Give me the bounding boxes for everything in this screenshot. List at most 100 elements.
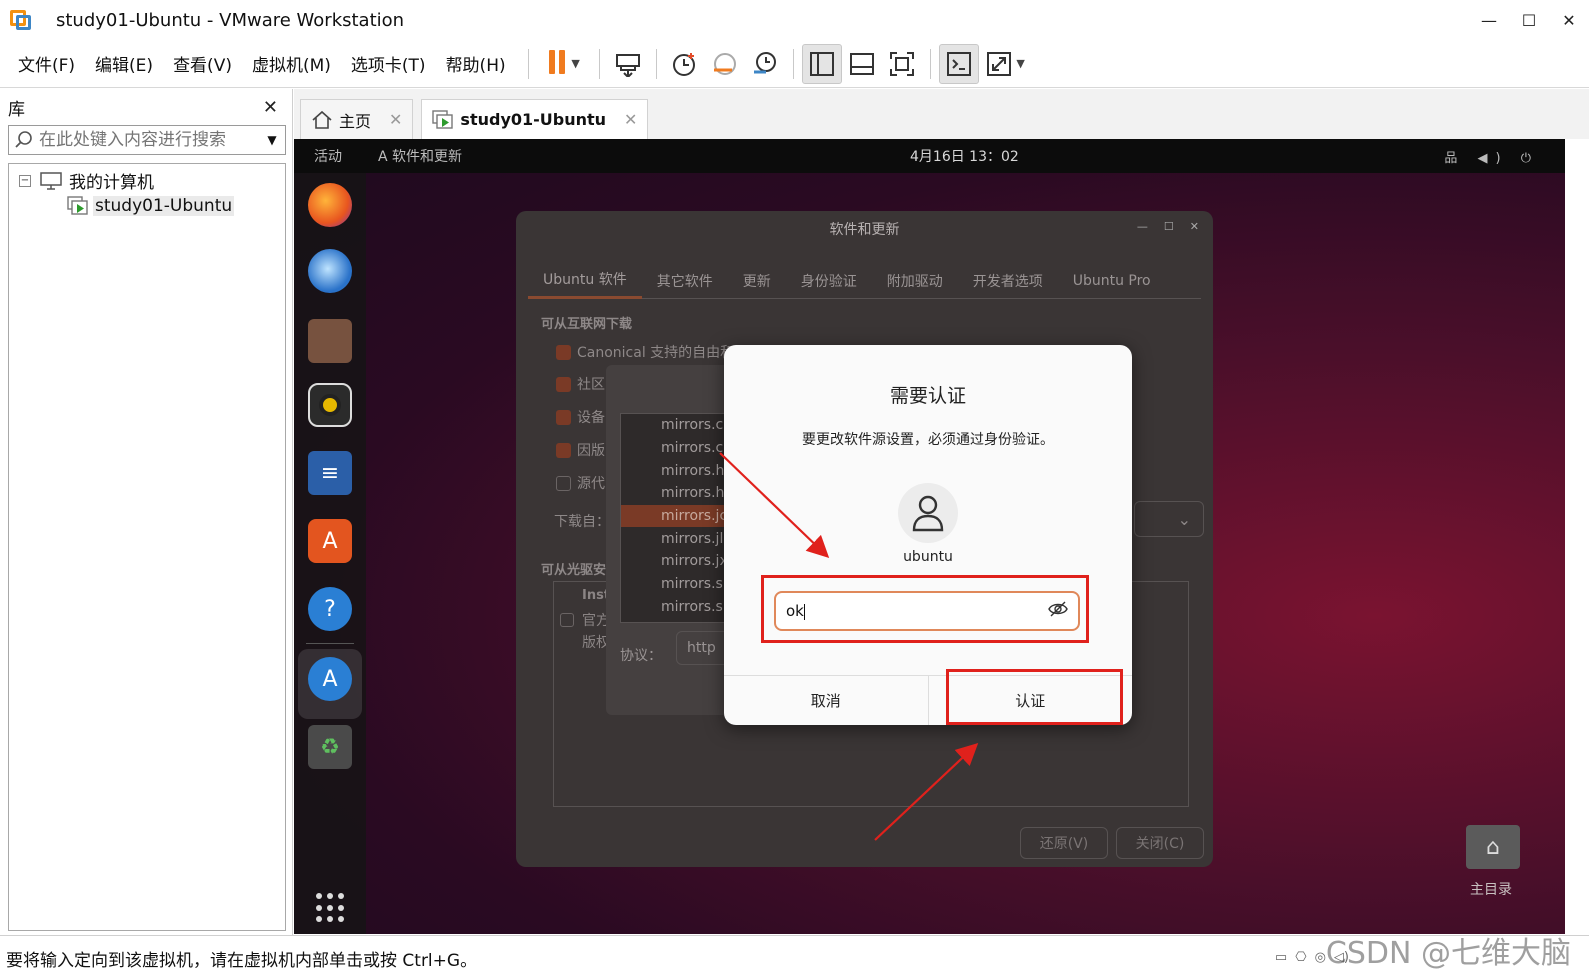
sw-revert-button[interactable]: 还原(V) xyxy=(1020,827,1108,859)
system-status-icons[interactable]: 品 ◀) ⏻ xyxy=(1444,147,1539,166)
firefox-icon[interactable] xyxy=(308,183,352,227)
cd-item[interactable]: 官方 xyxy=(560,610,610,630)
close-window-button[interactable]: ✕ xyxy=(1549,0,1589,40)
minimize-button[interactable]: — xyxy=(1469,0,1509,40)
toolbar-separator xyxy=(792,48,794,79)
menu-file[interactable]: 文件(F) xyxy=(18,51,75,76)
menu-edit[interactable]: 编辑(E) xyxy=(95,51,153,76)
menu-help[interactable]: 帮助(H) xyxy=(446,51,506,76)
authenticate-button[interactable]: 认证 xyxy=(927,676,1133,725)
vm-running-icon xyxy=(67,195,88,215)
chevron-down-icon: ⌄ xyxy=(1177,509,1191,529)
library-close-button[interactable]: ✕ xyxy=(263,97,278,118)
sw-maximize-button[interactable]: ☐ xyxy=(1164,220,1174,233)
close-icon[interactable]: ✕ xyxy=(624,110,637,129)
menu-tabs[interactable]: 选项卡(T) xyxy=(351,51,426,76)
text-cursor xyxy=(803,603,805,620)
collapse-toggle[interactable]: − xyxy=(19,174,31,187)
auth-username: ubuntu xyxy=(903,549,953,565)
trash-icon[interactable]: ♻ xyxy=(308,725,352,769)
rhythmbox-icon[interactable] xyxy=(308,383,352,427)
password-input[interactable]: ok xyxy=(774,591,1080,631)
app-center-icon[interactable]: A xyxy=(308,519,352,563)
sw-check-universe[interactable]: 社区 xyxy=(556,374,605,394)
libreoffice-writer-icon[interactable]: ≡ xyxy=(308,451,352,495)
tree-item-my-computer[interactable]: − 我的计算机 xyxy=(9,168,285,193)
terminal-icon xyxy=(946,51,971,76)
sw-close-button[interactable]: ✕ xyxy=(1190,220,1199,233)
show-apps-icon[interactable] xyxy=(316,893,346,923)
thumbnail-bar-button[interactable] xyxy=(842,44,882,84)
revert-snapshot-button[interactable] xyxy=(705,44,745,84)
sw-minimize-button[interactable]: — xyxy=(1137,220,1148,233)
tab-home[interactable]: 主页 ✕ xyxy=(300,99,414,139)
sw-tab-ubuntu-software[interactable]: Ubuntu 软件 xyxy=(528,263,642,299)
sw-check-label: 源代 xyxy=(577,476,605,492)
revert-snapshot-icon xyxy=(713,52,736,75)
toolbar-separator xyxy=(929,48,931,79)
files-icon[interactable] xyxy=(308,319,352,363)
close-icon[interactable]: ✕ xyxy=(389,110,402,129)
window-title: study01-Ubuntu - VMware Workstation xyxy=(56,9,405,31)
status-message: 要将输入定向到该虚拟机，请在虚拟机内部单击或按 Ctrl+G。 xyxy=(6,950,478,971)
software-updates-icon[interactable]: A xyxy=(308,657,352,701)
sw-tab-authentication[interactable]: 身份验证 xyxy=(786,263,872,299)
sw-check-label: 设备 xyxy=(577,410,605,426)
library-tree: − 我的计算机 study01-Ubuntu xyxy=(8,163,286,931)
sw-tab-other-software[interactable]: 其它软件 xyxy=(642,263,728,299)
chevron-down-icon[interactable]: ▼ xyxy=(259,133,285,147)
sw-tab-developer-options[interactable]: 开发者选项 xyxy=(958,263,1058,299)
send-ctrl-alt-del-button[interactable] xyxy=(608,44,648,84)
desktop-home-label[interactable]: 主目录 xyxy=(1470,879,1512,899)
sw-tab-updates[interactable]: 更新 xyxy=(728,263,786,299)
tab-home-label: 主页 xyxy=(339,111,372,131)
tree-item-vm[interactable]: study01-Ubuntu xyxy=(9,193,285,218)
sw-check-restricted[interactable]: 设备 xyxy=(556,407,605,427)
stretch-guest-button[interactable]: ▼ xyxy=(979,44,1033,84)
tab-vm[interactable]: study01-Ubuntu ✕ xyxy=(421,99,649,139)
snapshot-manager-button[interactable] xyxy=(745,44,785,84)
sw-check-multiverse[interactable]: 因版 xyxy=(556,440,605,460)
checkbox-checked-icon xyxy=(556,344,571,360)
snapshot-icon xyxy=(672,52,695,76)
sw-download-from-label: 下载自： xyxy=(554,514,610,530)
protocol-label: 协议： xyxy=(620,648,662,664)
menu-view[interactable]: 查看(V) xyxy=(173,51,232,76)
ubuntu-dock: ≡ A ? A ♻ xyxy=(294,173,366,934)
clock[interactable]: 4月16日 13：02 xyxy=(910,146,1019,166)
cd-icon[interactable]: ◎ xyxy=(1315,950,1326,965)
library-search: ▼ xyxy=(8,125,286,155)
network-icon[interactable]: ⎔ xyxy=(1295,950,1306,965)
sw-check-main[interactable]: Canonical 支持的自由和 xyxy=(556,342,734,362)
tree-root-label: 我的计算机 xyxy=(69,173,154,193)
help-icon[interactable]: ? xyxy=(308,587,352,631)
snapshot-button[interactable] xyxy=(665,44,705,84)
fullscreen-button[interactable] xyxy=(882,44,922,84)
user-avatar-icon xyxy=(898,483,958,543)
thunderbird-icon[interactable] xyxy=(308,249,352,293)
auth-message: 要更改软件源设置，必须通过身份验证。 xyxy=(802,432,1054,448)
pause-button[interactable]: ▼ xyxy=(537,44,591,84)
desktop-home-folder-icon[interactable]: ⌂ xyxy=(1466,825,1520,869)
checkbox-unchecked-icon xyxy=(556,475,571,491)
sw-tab-additional-drivers[interactable]: 附加驱动 xyxy=(872,263,958,299)
cancel-button[interactable]: 取消 xyxy=(724,676,928,725)
vm-console[interactable]: 活动 A 软件和更新 4月16日 13：02 品 ◀) ⏻ ≡ A ? A ♻ … xyxy=(294,139,1565,934)
sw-check-label: 社区 xyxy=(577,377,605,393)
auth-title: 需要认证 xyxy=(889,385,966,407)
sw-server-combo[interactable]: ⌄ xyxy=(1134,501,1204,537)
show-library-button[interactable] xyxy=(801,43,842,84)
maximize-button[interactable]: ☐ xyxy=(1509,0,1549,40)
menu-vm[interactable]: 虚拟机(M) xyxy=(252,51,331,76)
console-view-button[interactable] xyxy=(938,43,979,84)
sw-tab-ubuntu-pro[interactable]: Ubuntu Pro xyxy=(1058,263,1166,299)
app-menu[interactable]: A 软件和更新 xyxy=(378,146,462,166)
hide-password-icon[interactable] xyxy=(1048,601,1068,621)
sw-close-dialog-button[interactable]: 关闭(C) xyxy=(1116,827,1204,859)
sw-check-source[interactable]: 源代 xyxy=(556,473,605,493)
checkbox-checked-icon xyxy=(556,442,571,458)
toolbar-separator xyxy=(598,48,600,79)
hdd-icon[interactable]: ▭ xyxy=(1275,950,1287,965)
activities-button[interactable]: 活动 xyxy=(314,146,342,166)
library-search-input[interactable] xyxy=(39,130,259,150)
